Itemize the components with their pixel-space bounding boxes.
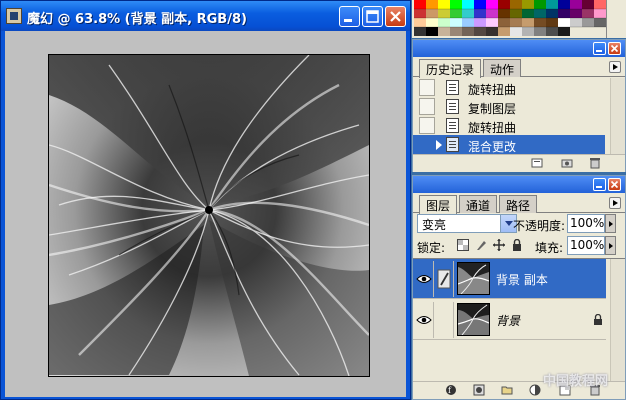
maximize-button[interactable] xyxy=(362,6,383,27)
history-item[interactable]: 旋转扭曲 xyxy=(413,116,605,136)
snapshot-source-box[interactable] xyxy=(419,117,435,134)
lock-fill-row: 锁定: 填充: 100% xyxy=(413,235,626,257)
history-item-selected[interactable]: 混合更改 xyxy=(413,135,605,155)
twirl-artwork-canvas[interactable] xyxy=(48,54,370,377)
lock-transparent-pixels-icon[interactable] xyxy=(457,239,469,251)
history-tabs: 历史记录 动作 xyxy=(413,57,625,78)
eye-icon xyxy=(416,275,432,283)
panel-minimize-button[interactable] xyxy=(593,178,606,191)
swatches-scrollbar[interactable] xyxy=(606,0,626,38)
minimize-icon xyxy=(344,19,352,22)
opacity-label: 不透明度: xyxy=(513,219,566,233)
swatches-panel xyxy=(412,0,626,38)
eye-icon xyxy=(416,316,432,324)
tab-paths[interactable]: 路径 xyxy=(499,195,538,213)
history-state-icon xyxy=(446,99,459,114)
document-title: 魔幻 @ 63.8% (背景 副本, RGB/8) xyxy=(27,12,247,27)
layers-tabs: 图层 通道 路径 xyxy=(413,193,625,214)
twirl-thumbnail xyxy=(458,263,489,294)
fill-slider-button[interactable] xyxy=(605,236,616,255)
close-button[interactable] xyxy=(385,6,406,27)
blend-mode-value: 变亮 xyxy=(422,218,447,232)
new-snapshot-icon[interactable] xyxy=(561,157,573,169)
history-panel: 历史记录 动作 旋转扭曲 复制图层 旋转扭曲 混合更改 xyxy=(412,39,626,172)
blend-opacity-row: 变亮 不透明度: 100% xyxy=(413,213,626,235)
layer-style-icon[interactable]: f xyxy=(445,384,457,396)
color-swatches[interactable] xyxy=(414,0,608,38)
lock-image-pixels-icon[interactable] xyxy=(475,239,487,251)
tab-channels[interactable]: 通道 xyxy=(459,195,498,213)
layer-visibility-toggle[interactable] xyxy=(415,261,434,297)
tab-actions[interactable]: 动作 xyxy=(483,59,522,77)
snapshot-source-box[interactable] xyxy=(419,98,435,115)
history-item-label: 混合更改 xyxy=(468,140,517,154)
add-mask-icon[interactable] xyxy=(473,384,485,396)
layers-scrollbar[interactable] xyxy=(610,259,625,382)
layer-row-background[interactable]: 背景 xyxy=(413,300,606,340)
tab-layers[interactable]: 图层 xyxy=(419,195,458,214)
layer-name: 背景 副本 xyxy=(496,273,548,287)
document-window: 魔幻 @ 63.8% (背景 副本, RGB/8) xyxy=(0,0,411,400)
lock-all-icon[interactable] xyxy=(511,239,523,251)
document-workspace xyxy=(5,31,406,397)
history-footer xyxy=(413,154,625,172)
fill-input[interactable]: 100% xyxy=(567,236,605,255)
close-icon xyxy=(390,11,401,22)
twirl-image xyxy=(49,55,369,376)
minimize-button[interactable] xyxy=(339,6,360,27)
history-scrollbar[interactable] xyxy=(610,78,625,154)
adjustment-layer-icon[interactable] xyxy=(529,384,541,396)
fill-label: 填充: xyxy=(535,241,564,255)
lock-label: 锁定: xyxy=(417,241,446,255)
history-item[interactable]: 复制图层 xyxy=(413,97,605,117)
panel-minimize-button[interactable] xyxy=(593,42,606,55)
history-panel-menu-button[interactable] xyxy=(609,61,621,73)
layer-row-background-copy[interactable]: 背景 副本 xyxy=(413,259,606,299)
layers-panel: 图层 通道 路径 变亮 不透明度: 100% 锁定: 填充: 100% 背景 副… xyxy=(412,175,626,400)
history-panel-titlebar[interactable] xyxy=(413,40,625,57)
history-item[interactable]: 旋转扭曲 xyxy=(413,78,605,98)
history-state-icon xyxy=(446,137,459,152)
new-group-icon[interactable] xyxy=(501,384,513,396)
twirl-thumbnail xyxy=(458,304,489,335)
maximize-icon xyxy=(366,10,379,23)
layer-visibility-toggle[interactable] xyxy=(415,302,434,338)
history-state-icon xyxy=(446,118,459,133)
layers-panel-titlebar[interactable] xyxy=(413,176,625,193)
brush-icon xyxy=(437,269,451,289)
opacity-input[interactable]: 100% xyxy=(567,214,605,233)
close-icon xyxy=(610,44,619,53)
layers-list: 背景 副本 背景 xyxy=(413,258,625,382)
layer-thumbnail xyxy=(457,303,490,336)
tab-history[interactable]: 历史记录 xyxy=(419,59,482,78)
history-item-label: 旋转扭曲 xyxy=(468,83,517,97)
document-title-bar[interactable]: 魔幻 @ 63.8% (背景 副本, RGB/8) xyxy=(1,1,410,31)
layer-link-toggle[interactable] xyxy=(435,302,454,338)
new-document-from-state-icon[interactable] xyxy=(531,157,543,169)
close-icon xyxy=(610,180,619,189)
snapshot-source-box[interactable] xyxy=(419,79,435,96)
history-item-label: 旋转扭曲 xyxy=(468,121,517,135)
trash-icon[interactable] xyxy=(589,157,601,169)
lock-position-icon[interactable] xyxy=(493,239,505,251)
layers-panel-menu-button[interactable] xyxy=(609,197,621,209)
minimize-icon xyxy=(596,186,602,188)
layer-thumbnail xyxy=(457,262,490,295)
snapshot-source-box[interactable] xyxy=(419,136,435,153)
minimize-icon xyxy=(596,50,602,52)
layer-link-toggle[interactable] xyxy=(435,261,454,297)
opacity-slider-button[interactable] xyxy=(605,214,616,233)
photoshop-document-icon xyxy=(6,8,22,24)
history-item-label: 复制图层 xyxy=(468,102,517,116)
layer-name: 背景 xyxy=(496,314,521,328)
lock-icon xyxy=(594,314,602,325)
history-state-slider-icon[interactable] xyxy=(436,140,442,150)
watermark-logo: 中国教程网 xyxy=(543,374,609,389)
history-list: 旋转扭曲 复制图层 旋转扭曲 混合更改 xyxy=(413,78,625,155)
panel-close-button[interactable] xyxy=(608,42,621,55)
blend-mode-select[interactable]: 变亮 xyxy=(417,214,517,233)
history-state-icon xyxy=(446,80,459,95)
panel-close-button[interactable] xyxy=(608,178,621,191)
